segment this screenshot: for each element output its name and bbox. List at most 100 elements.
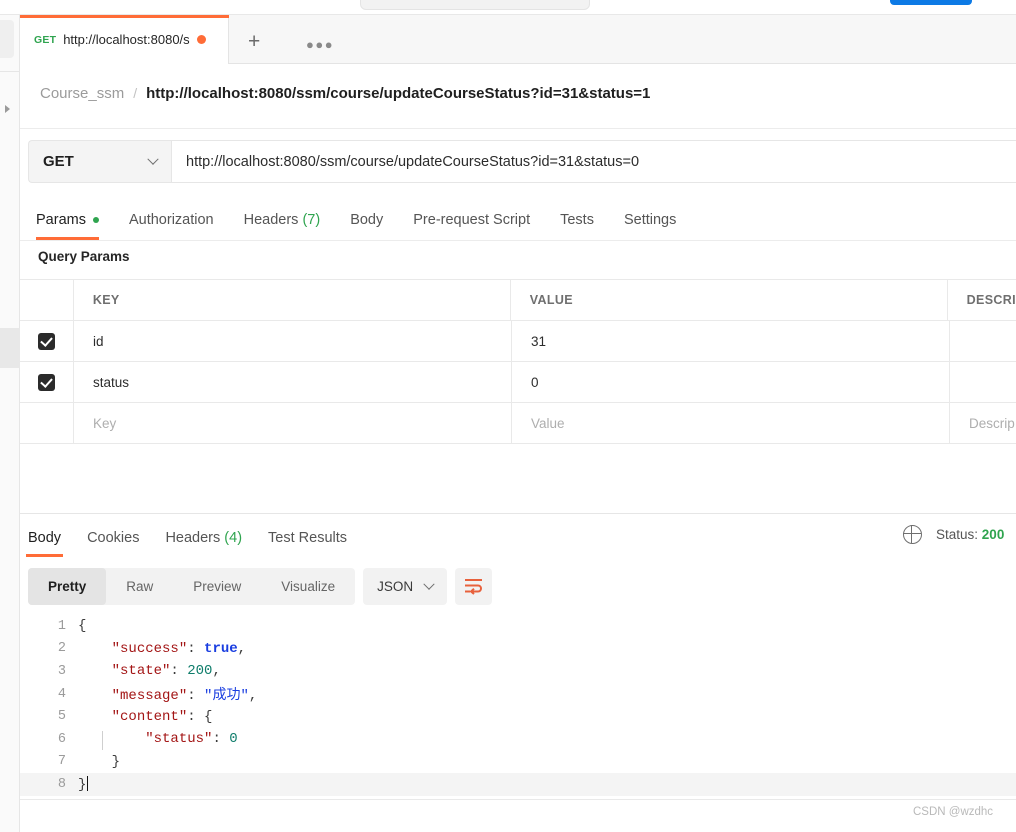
row-checkbox-id[interactable] — [38, 332, 55, 350]
response-tab-headers-label: Headers — [165, 530, 221, 546]
code-line-number: 3 — [57, 663, 66, 679]
app-top-strip — [0, 0, 1016, 14]
upgrade-button[interactable] — [890, 0, 972, 5]
row-key-id[interactable]: id — [93, 334, 104, 349]
tab-body[interactable]: Body — [350, 212, 383, 228]
word-wrap-icon — [465, 579, 483, 595]
tab-pre-request-script[interactable]: Pre-request Script — [413, 212, 530, 228]
status-badge: Status: 200 — [936, 527, 1004, 542]
code-line[interactable]: 4 "message": "成功", — [20, 683, 1016, 706]
code-line[interactable]: 6 "status": 0 — [20, 728, 1016, 751]
view-mode-preview[interactable]: Preview — [173, 568, 261, 605]
status-code: 200 — [981, 527, 1005, 542]
empty-row-description-placeholder[interactable]: Descrip — [969, 416, 1015, 431]
view-mode-visualize[interactable]: Visualize — [261, 568, 355, 605]
code-line[interactable]: 2 "success": true, — [20, 638, 1016, 661]
http-method-label: GET — [43, 153, 74, 170]
code-line-text: "message": "成功", — [111, 688, 258, 705]
request-tab-bar: GET http://localhost:8080/s + ●●● — [20, 15, 1016, 64]
breadcrumb-collection[interactable]: Course_ssm — [40, 85, 124, 102]
table-row[interactable]: status 0 — [20, 361, 1016, 403]
header-cell-value: VALUE — [529, 293, 573, 307]
table-row[interactable]: id 31 — [20, 320, 1016, 362]
tab-headers[interactable]: Headers (7) — [244, 212, 321, 228]
tab-authorization[interactable]: Authorization — [129, 212, 214, 228]
code-line-number: 6 — [57, 731, 66, 747]
query-params-title: Query Params — [38, 249, 130, 264]
header-cell-description: DESCRI — [966, 293, 1016, 307]
code-line[interactable]: 8} — [20, 773, 1016, 796]
tab-title-label: http://localhost:8080/s — [63, 32, 190, 47]
sidebar-expand-arrow-icon[interactable] — [5, 105, 10, 113]
tab-params-label: Params — [36, 212, 86, 228]
code-line[interactable]: 5 "content": { — [20, 705, 1016, 728]
code-line-text: "state": 200, — [111, 663, 221, 680]
code-line-number: 1 — [57, 618, 66, 634]
breadcrumb-divider — [20, 128, 1016, 129]
table-row-empty[interactable]: Key Value Descrip — [20, 402, 1016, 444]
sidebar-selected-block[interactable] — [0, 328, 20, 368]
header-cell-checkbox — [20, 279, 74, 321]
http-method-select[interactable]: GET — [28, 140, 171, 183]
row-checkbox-status[interactable] — [38, 373, 55, 391]
tab-settings[interactable]: Settings — [624, 212, 676, 228]
response-tab-cookies[interactable]: Cookies — [85, 530, 141, 546]
row-key-status[interactable]: status — [93, 375, 129, 390]
response-format-label: JSON — [377, 579, 414, 594]
params-active-dot — [92, 217, 99, 224]
global-search-input[interactable] — [360, 0, 590, 10]
url-bar: GET http://localhost:8080/ssm/course/upd… — [28, 140, 1016, 183]
response-tab-test-results[interactable]: Test Results — [266, 530, 349, 546]
word-wrap-toggle-button[interactable] — [455, 568, 493, 605]
breadcrumb: Course_ssm / http://localhost:8080/ssm/c… — [40, 85, 650, 102]
chevron-down-icon — [423, 578, 435, 590]
code-line-number: 8 — [57, 776, 66, 792]
response-status-area: Status: 200 — [902, 524, 1004, 544]
empty-row-checkbox-cell — [20, 402, 74, 444]
sidebar-divider — [0, 71, 20, 72]
response-body-viewer[interactable]: 1{2 "success": true, 3 "state": 200, 4 "me… — [20, 615, 1016, 805]
view-mode-pretty[interactable]: Pretty — [28, 568, 107, 605]
unsaved-changes-dot — [196, 35, 206, 44]
watermark: CSDN @wzdhc — [913, 806, 994, 818]
code-line[interactable]: 3 "state": 200, — [20, 660, 1016, 683]
empty-row-key-placeholder[interactable]: Key — [93, 416, 116, 431]
row-value-id[interactable]: 31 — [531, 334, 546, 349]
response-view-toolbar: Pretty Raw Preview Visualize JSON — [28, 568, 493, 605]
response-tab-body[interactable]: Body — [26, 530, 64, 557]
request-tab-active[interactable]: GET http://localhost:8080/s — [20, 15, 229, 64]
header-cell-key: KEY — [92, 293, 120, 307]
row-value-status[interactable]: 0 — [531, 375, 539, 390]
new-tab-button[interactable]: + — [248, 31, 260, 52]
sidebar-collection-chip[interactable] — [0, 20, 14, 58]
tab-headers-count: (7) — [302, 212, 321, 228]
response-section-tabs: Body Cookies Headers (4) Test Results — [26, 522, 349, 557]
tab-params[interactable]: Params — [36, 212, 99, 240]
code-line[interactable]: 7 } — [20, 751, 1016, 774]
breadcrumb-separator: / — [133, 85, 138, 101]
code-line-text: } — [78, 775, 89, 793]
response-format-select[interactable]: JSON — [363, 568, 448, 605]
breadcrumb-request-name[interactable]: http://localhost:8080/ssm/course/updateC… — [146, 85, 650, 102]
postman-window: GET http://localhost:8080/s + ●●● Course… — [0, 0, 1016, 832]
request-section-tabs: Params Authorization Headers (7) Body Pr… — [36, 203, 676, 240]
response-view-mode-group: Pretty Raw Preview Visualize — [28, 568, 356, 605]
code-line-number: 5 — [57, 709, 66, 725]
chevron-down-icon — [147, 153, 159, 165]
tab-headers-label: Headers — [243, 212, 299, 228]
url-input[interactable]: http://localhost:8080/ssm/course/updateC… — [171, 140, 1016, 183]
response-tab-headers-count: (4) — [224, 530, 243, 546]
code-line-text: "content": { — [111, 708, 213, 725]
response-divider — [20, 513, 1016, 514]
code-line-text: } — [111, 753, 121, 770]
code-line-number: 7 — [57, 754, 66, 770]
tab-tests[interactable]: Tests — [560, 212, 594, 228]
response-tab-headers[interactable]: Headers (4) — [163, 530, 244, 546]
empty-row-value-placeholder[interactable]: Value — [531, 416, 565, 431]
code-line-number: 2 — [57, 641, 66, 657]
indent-guide — [102, 731, 103, 750]
code-line-text: "success": true, — [111, 640, 247, 657]
code-line[interactable]: 1{ — [20, 615, 1016, 638]
view-mode-raw[interactable]: Raw — [106, 568, 173, 605]
tab-more-options-icon[interactable]: ●●● — [306, 37, 334, 52]
